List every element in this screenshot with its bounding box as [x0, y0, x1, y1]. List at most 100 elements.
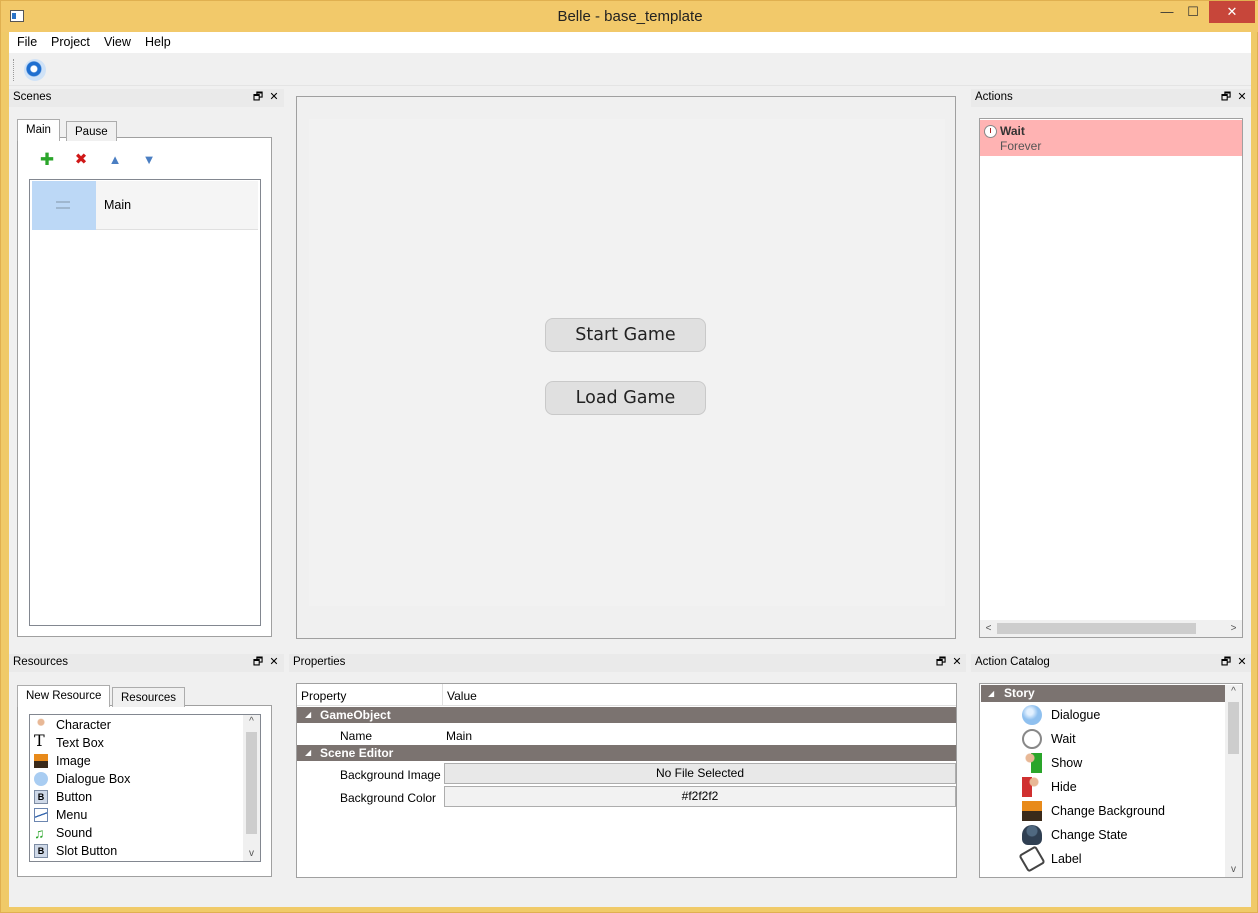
slot-button-icon: B	[34, 844, 48, 858]
load-game-button[interactable]: Load Game	[545, 381, 706, 415]
scroll-down-icon[interactable]: v	[243, 847, 260, 861]
tab-scenes-main[interactable]: Main	[17, 119, 60, 141]
catalog-item-label: Hide	[1051, 780, 1077, 794]
scrollbar-thumb[interactable]	[997, 623, 1196, 634]
property-key: Background Color	[340, 791, 437, 805]
action-title: Wait	[1000, 124, 1025, 138]
catalog-dock-title: Action Catalog 🗗 ✕	[971, 654, 1251, 672]
catalog-item-label: Change State	[1051, 828, 1128, 842]
group-label: Story	[1004, 686, 1035, 700]
properties-table: Property Value ◢ GameObject Name Main ◢ …	[296, 683, 957, 878]
group-scene-editor[interactable]: ◢ Scene Editor	[297, 745, 956, 761]
show-character-icon	[1022, 753, 1042, 773]
window-title: Belle - base_template	[557, 8, 703, 25]
list-item-label: Sound	[56, 826, 93, 840]
scene-list: Main	[29, 179, 261, 626]
close-icon[interactable]: ✕	[1235, 655, 1249, 669]
collapse-icon[interactable]: ◢	[305, 745, 311, 761]
scroll-up-icon[interactable]: ^	[1225, 685, 1242, 699]
action-item-wait[interactable]: Wait Forever	[980, 120, 1242, 156]
list-item-label: Image	[56, 754, 91, 768]
scene-label: Main	[104, 198, 132, 212]
character-icon	[34, 718, 48, 732]
catalog-dock-label: Action Catalog	[975, 656, 1050, 668]
vertical-scrollbar[interactable]: ^ v	[243, 715, 260, 861]
tab-resources[interactable]: Resources	[112, 687, 185, 707]
close-button[interactable]: ✕	[1209, 1, 1255, 23]
column-value[interactable]: Value	[447, 689, 477, 703]
vertical-scrollbar[interactable]: ^ v	[1225, 685, 1242, 877]
change-state-icon	[1022, 825, 1042, 845]
tab-new-resource[interactable]: New Resource	[17, 685, 111, 707]
remove-scene-button[interactable]: ✖	[72, 151, 90, 169]
scrollbar-thumb[interactable]	[246, 732, 257, 834]
scroll-up-icon[interactable]: ^	[243, 715, 260, 729]
catalog-item-label: Label	[1051, 852, 1082, 866]
property-row-name[interactable]: Name Main	[297, 724, 956, 746]
collapse-icon[interactable]: ◢	[305, 707, 311, 723]
scroll-down-icon[interactable]: v	[1225, 863, 1242, 877]
properties-header: Property Value	[297, 684, 956, 706]
toolbar-grip[interactable]	[13, 59, 16, 81]
dialogue-icon	[1022, 705, 1042, 725]
menu-file[interactable]: File	[17, 35, 37, 49]
close-icon[interactable]: ✕	[267, 655, 281, 669]
menu-bar: File Project View Help	[9, 32, 1251, 53]
scroll-right-icon[interactable]: >	[1225, 620, 1242, 637]
float-icon[interactable]: 🗗	[1219, 90, 1233, 104]
group-gameobject[interactable]: ◢ GameObject	[297, 707, 956, 723]
close-icon[interactable]: ✕	[267, 90, 281, 104]
scene-list-item[interactable]: Main	[32, 181, 258, 230]
property-value[interactable]: Main	[446, 729, 472, 743]
menu-icon	[34, 808, 48, 822]
float-icon[interactable]: 🗗	[251, 655, 265, 669]
scrollbar-thumb[interactable]	[1228, 702, 1239, 754]
maximize-button[interactable]: ☐	[1182, 1, 1204, 23]
move-scene-up-button[interactable]: ▲	[106, 151, 124, 169]
minimize-button[interactable]: —	[1156, 1, 1178, 23]
scene-preview[interactable]: Start Game Load Game	[309, 119, 945, 606]
group-label: GameObject	[320, 708, 391, 722]
render-icon[interactable]	[24, 59, 46, 81]
close-icon[interactable]: ✕	[950, 655, 964, 669]
dialogue-box-icon	[34, 772, 48, 786]
scenes-dock-title: Scenes 🗗 ✕	[9, 89, 284, 107]
scene-editor-canvas: Start Game Load Game	[296, 96, 956, 639]
scroll-left-icon[interactable]: <	[980, 620, 997, 637]
app-window: Belle - base_template — ☐ ✕ File Project…	[0, 0, 1258, 913]
column-property[interactable]: Property	[301, 689, 346, 703]
menu-view[interactable]: View	[104, 35, 131, 49]
close-icon[interactable]: ✕	[1235, 90, 1249, 104]
resources-dock-label: Resources	[13, 656, 68, 668]
menu-project[interactable]: Project	[51, 35, 90, 49]
background-image-button[interactable]: No File Selected	[444, 763, 956, 784]
move-scene-down-button[interactable]: ▼	[140, 151, 158, 169]
background-color-button[interactable]: #f2f2f2	[444, 786, 956, 807]
hide-character-icon	[1022, 777, 1042, 797]
text-box-icon: T	[34, 731, 45, 750]
actions-dock-title: Actions 🗗 ✕	[971, 89, 1251, 107]
horizontal-scrollbar[interactable]: < >	[980, 620, 1242, 637]
column-divider[interactable]	[442, 684, 443, 706]
tab-scenes-pause[interactable]: Pause	[66, 121, 117, 141]
title-bar[interactable]: Belle - base_template — ☐ ✕	[1, 1, 1258, 32]
collapse-icon[interactable]: ◢	[988, 685, 994, 702]
float-icon[interactable]: 🗗	[251, 90, 265, 104]
catalog-item-label: Wait	[1051, 732, 1076, 746]
new-resource-list: Character T Text Box Image Dialogue Box …	[29, 714, 261, 862]
list-item-label: Button	[56, 790, 93, 804]
toolbar	[9, 53, 1251, 86]
change-background-icon	[1022, 801, 1042, 821]
float-icon[interactable]: 🗗	[934, 655, 948, 669]
float-icon[interactable]: 🗗	[1219, 655, 1233, 669]
list-item-label: Dialogue Box	[56, 772, 131, 786]
group-label: Scene Editor	[320, 746, 394, 760]
start-game-button[interactable]: Start Game	[545, 318, 706, 352]
add-scene-button[interactable]: ✚	[38, 151, 56, 169]
menu-help[interactable]: Help	[145, 35, 171, 49]
list-item-label: Slot Button	[56, 844, 118, 858]
catalog-item-label: Change Background	[1051, 804, 1165, 818]
property-key: Name	[340, 729, 373, 743]
catalog-group-story[interactable]: ◢ Story	[981, 685, 1226, 702]
main-client-area: File Project View Help Scenes 🗗 ✕ Main P…	[9, 32, 1251, 907]
